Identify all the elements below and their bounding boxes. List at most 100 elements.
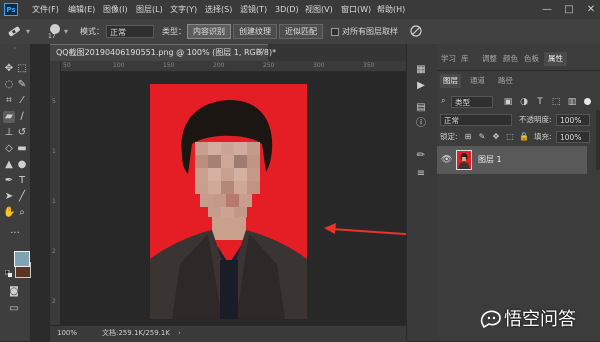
- tab-channels[interactable]: 通道: [470, 74, 485, 88]
- properties-panel-icon[interactable]: ▤: [415, 102, 427, 114]
- menu-view[interactable]: 视图(V): [305, 0, 333, 19]
- opacity-label: 不透明度:: [519, 115, 552, 124]
- panel-scrollbar[interactable]: [596, 110, 600, 170]
- zoom-tool-icon[interactable]: ⌕: [16, 207, 28, 219]
- actions-play-icon[interactable]: ▶: [415, 80, 427, 92]
- status-menu-icon[interactable]: ›: [178, 325, 181, 341]
- brush-settings-icon[interactable]: ✏: [415, 150, 427, 162]
- adjustments-icon[interactable]: ≡: [415, 168, 427, 180]
- brush-tool-icon[interactable]: ∕: [16, 111, 28, 123]
- eyedropper-tool-icon[interactable]: ⁄: [16, 95, 28, 107]
- toolbar-collapse-icon[interactable]: »: [0, 46, 30, 52]
- minimize-button[interactable]: —: [540, 0, 554, 19]
- spot-healing-tool-icon[interactable]: ▰: [3, 111, 15, 123]
- tab-color[interactable]: 颜色: [503, 52, 518, 66]
- ruler-tick-label: 100: [113, 62, 125, 69]
- dodge-tool-icon[interactable]: ●: [16, 159, 28, 171]
- filter-smart-object-icon[interactable]: ▥: [566, 96, 578, 108]
- spot-healing-brush-icon[interactable]: [6, 23, 22, 39]
- pressure-size-icon[interactable]: [409, 24, 423, 38]
- info-panel-icon[interactable]: ⓘ: [415, 118, 427, 130]
- ruler-tick-label: 150: [163, 62, 175, 69]
- id-photo[interactable]: [150, 84, 307, 319]
- tab-learn[interactable]: 学习: [441, 52, 456, 66]
- filter-pixel-icon[interactable]: ▣: [502, 96, 514, 108]
- filter-shape-icon[interactable]: ⬚: [550, 96, 562, 108]
- layer-filter-select[interactable]: 类型: [451, 96, 493, 108]
- sample-all-layers-label: 对所有图层取样: [342, 27, 398, 36]
- menu-image[interactable]: 图像(I): [103, 0, 128, 19]
- ruler-tick-label: 2: [52, 298, 56, 305]
- create-texture-button[interactable]: 创建纹理: [233, 24, 277, 39]
- menu-filter[interactable]: 滤镜(T): [240, 0, 267, 19]
- tab-layers[interactable]: 图层: [440, 74, 461, 88]
- screen-mode-icon[interactable]: ▭: [8, 303, 20, 315]
- filter-adjustment-icon[interactable]: ◑: [518, 96, 530, 108]
- content-aware-button[interactable]: 内容识别: [187, 24, 231, 39]
- sample-all-layers-checkbox[interactable]: [331, 28, 339, 36]
- lock-transparent-icon[interactable]: ⊞: [462, 131, 474, 143]
- ruler-tick-label: 1: [52, 148, 56, 155]
- blend-mode-select[interactable]: 正常: [440, 114, 512, 126]
- brush-picker-dropdown-icon[interactable]: ▾: [64, 19, 68, 44]
- clone-stamp-tool-icon[interactable]: ⊥: [3, 127, 15, 139]
- proximity-match-button[interactable]: 近似匹配: [279, 24, 323, 39]
- tool-preset-dropdown-icon[interactable]: ▾: [26, 19, 30, 44]
- lock-position-icon[interactable]: ✥: [490, 131, 502, 143]
- lock-artboard-icon[interactable]: ⬚: [504, 131, 516, 143]
- path-selection-tool-icon[interactable]: ➤: [3, 191, 15, 203]
- quick-selection-tool-icon[interactable]: ✎: [16, 79, 28, 91]
- history-panel-icon[interactable]: ▦: [415, 64, 427, 76]
- opacity-input[interactable]: 100%: [556, 114, 590, 126]
- ruler-tick-label: 50: [63, 62, 71, 69]
- blur-tool-icon[interactable]: ▲: [3, 159, 15, 171]
- gradient-tool-icon[interactable]: ▬: [16, 143, 28, 155]
- menu-select[interactable]: 选择(S): [205, 0, 232, 19]
- mode-select[interactable]: 正常: [106, 25, 154, 38]
- quick-mask-icon[interactable]: ◙: [8, 286, 20, 298]
- lock-all-icon[interactable]: 🔒: [518, 131, 530, 143]
- lock-pixels-icon[interactable]: ✎: [476, 131, 488, 143]
- fill-input[interactable]: 100%: [556, 131, 590, 143]
- more-tools-icon[interactable]: ···: [9, 228, 21, 240]
- document-info: 文档:259.1K/259.1K: [102, 329, 170, 337]
- menu-edit[interactable]: 编辑(E): [68, 0, 95, 19]
- tab-paths[interactable]: 路径: [498, 74, 513, 88]
- eraser-tool-icon[interactable]: ◇: [3, 143, 15, 155]
- default-colors-icon[interactable]: [4, 269, 12, 277]
- close-tab-icon[interactable]: ✕: [256, 44, 264, 61]
- lock-label: 锁定:: [440, 132, 458, 141]
- visibility-eye-icon[interactable]: 👁: [441, 146, 452, 174]
- menu-help[interactable]: 帮助(H): [377, 0, 405, 19]
- layer-name[interactable]: 图层 1: [478, 146, 502, 174]
- menu-layer[interactable]: 图层(L): [136, 0, 163, 19]
- maximize-button[interactable]: □: [562, 0, 576, 19]
- menu-3d[interactable]: 3D(D): [275, 0, 299, 19]
- lasso-tool-icon[interactable]: ◌: [3, 79, 15, 91]
- history-brush-tool-icon[interactable]: ↺: [16, 127, 28, 139]
- foreground-color-swatch[interactable]: [14, 251, 30, 267]
- hand-tool-icon[interactable]: ✋: [3, 207, 15, 219]
- tab-libraries[interactable]: 库: [461, 52, 469, 66]
- filter-toggle-icon[interactable]: [584, 98, 591, 105]
- line-tool-icon[interactable]: ╱: [16, 191, 28, 203]
- tab-adjustments[interactable]: 调整: [482, 52, 497, 66]
- crop-tool-icon[interactable]: ⌗: [3, 95, 15, 107]
- ruler-tick-label: 5: [52, 98, 56, 105]
- menu-type[interactable]: 文字(Y): [170, 0, 197, 19]
- filter-search-icon: ⌕: [441, 96, 446, 105]
- tab-swatches[interactable]: 色板: [524, 52, 539, 66]
- right-panel: [437, 44, 600, 341]
- type-tool-icon[interactable]: T: [16, 175, 28, 187]
- move-tool-icon[interactable]: ✥: [3, 63, 15, 75]
- ruler-tick-label: 2: [52, 248, 56, 255]
- close-button[interactable]: ✕: [584, 0, 598, 19]
- photoshop-logo: Ps: [4, 3, 18, 16]
- zoom-level[interactable]: 100%: [57, 325, 77, 341]
- marquee-tool-icon[interactable]: ⬚: [16, 63, 28, 75]
- tab-properties[interactable]: 属性: [544, 52, 567, 66]
- menu-file[interactable]: 文件(F): [32, 0, 59, 19]
- pen-tool-icon[interactable]: ✒: [3, 175, 15, 187]
- filter-type-icon[interactable]: T: [534, 96, 546, 108]
- menu-window[interactable]: 窗口(W): [341, 0, 371, 19]
